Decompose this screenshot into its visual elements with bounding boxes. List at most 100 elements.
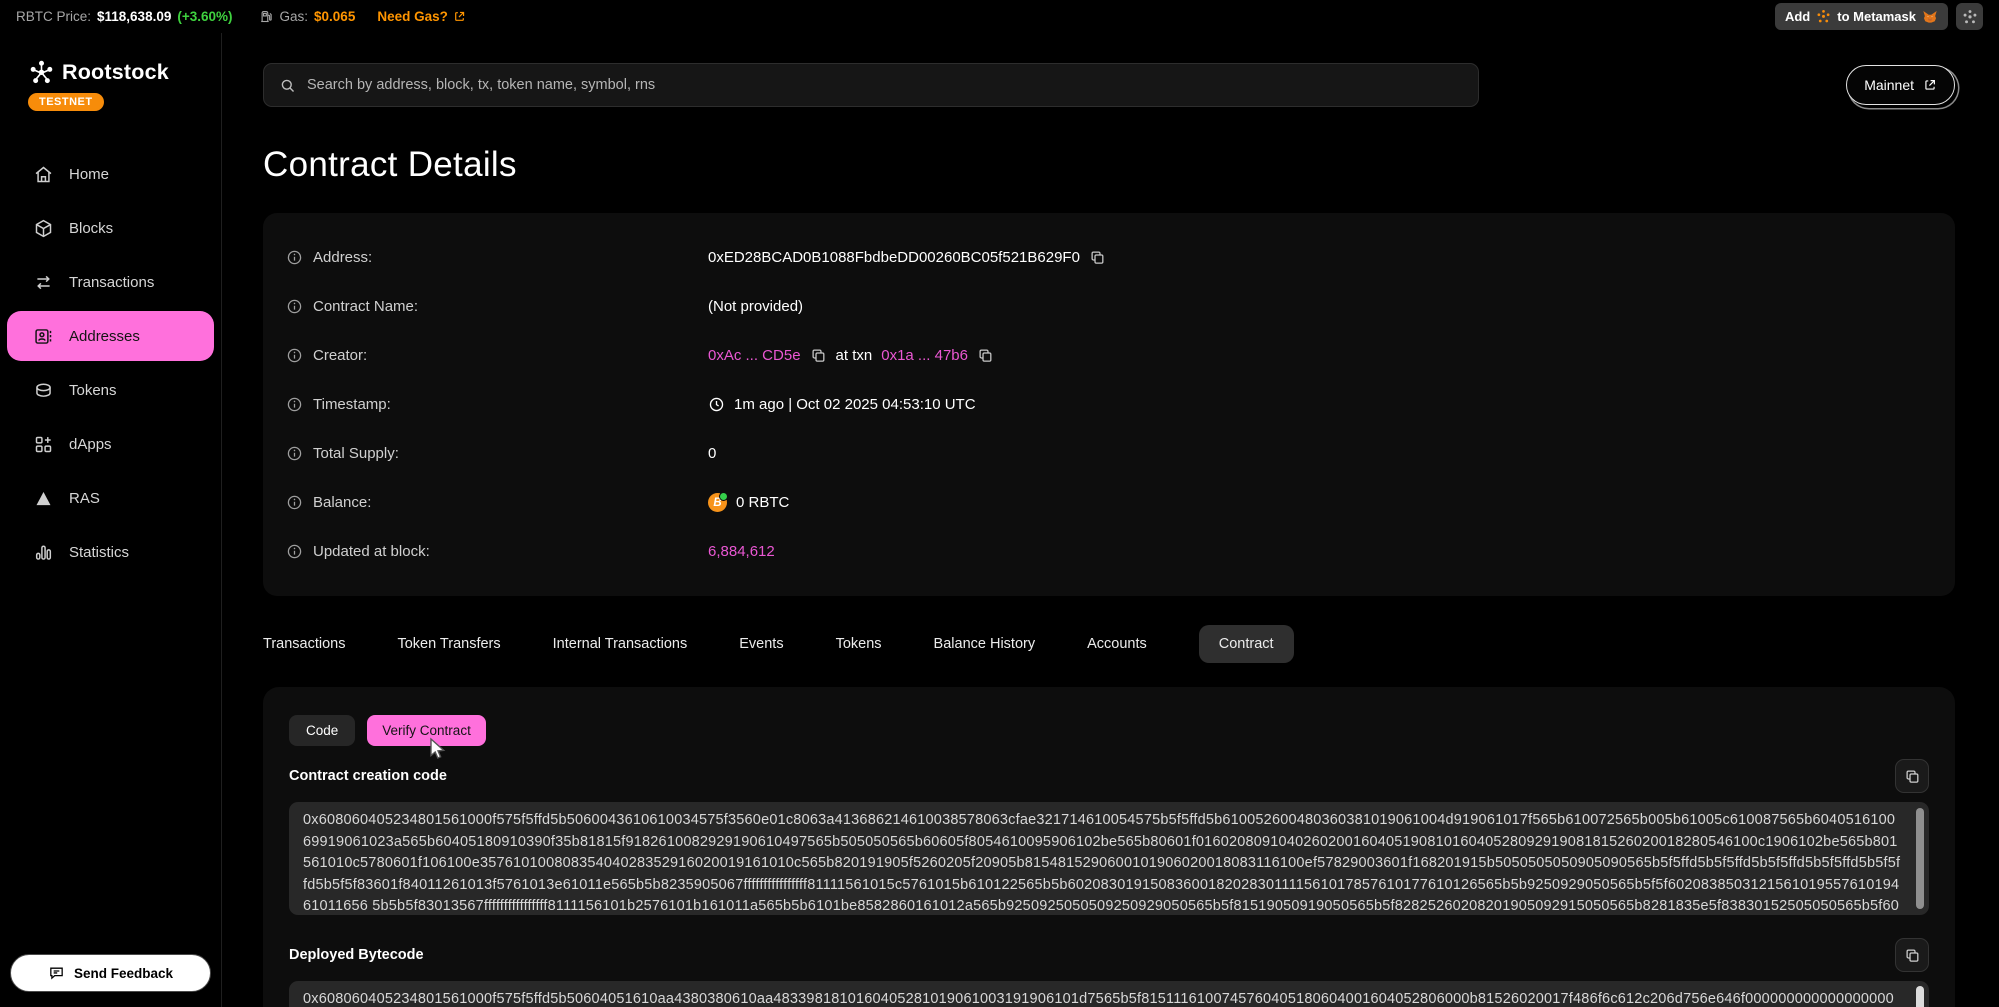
page-title: Contract Details — [263, 144, 1955, 186]
scrollbar-thumb[interactable] — [1916, 808, 1924, 909]
rbtc-price-label: RBTC Price: — [16, 9, 91, 24]
at-txn-label: at txn — [836, 347, 873, 364]
price-gas-strip: RBTC Price: $118,638.09 (+3.60%) Gas: $0… — [16, 9, 466, 24]
sidebar-item-addresses[interactable]: Addresses — [7, 311, 214, 361]
testnet-badge: TESTNET — [28, 93, 104, 111]
copy-address-button[interactable] — [1089, 249, 1106, 266]
tab-internal-transactions[interactable]: Internal Transactions — [553, 636, 688, 652]
add-to-metamask-button[interactable]: Add to Metamask — [1775, 3, 1948, 30]
gas-value: $0.065 — [314, 9, 355, 24]
sidebar-item-ras[interactable]: RAS — [0, 471, 221, 525]
contract-panel: Code Verify Contract Contract creation c… — [263, 687, 1955, 1007]
header-row: Mainnet — [263, 63, 1955, 107]
search-input[interactable] — [307, 77, 1463, 93]
info-icon[interactable] — [286, 445, 303, 462]
creation-code-label: Contract creation code — [289, 768, 447, 784]
sidebar-item-blocks[interactable]: Blocks — [0, 201, 221, 255]
gas-group: Gas: $0.065 — [259, 9, 356, 24]
main-content: Mainnet Contract Details Address: 0xED28… — [222, 33, 1999, 1007]
code-actions: Code Verify Contract — [289, 715, 1929, 746]
timestamp-label: Timestamp: — [313, 396, 391, 413]
sidebar-item-home[interactable]: Home — [0, 147, 221, 201]
detail-row-total-supply: Total Supply: 0 — [286, 429, 1932, 478]
need-gas-label: Need Gas? — [377, 9, 448, 24]
send-feedback-button[interactable]: Send Feedback — [10, 954, 211, 992]
contact-card-icon — [33, 326, 54, 347]
sidebar-item-dapps[interactable]: dApps — [0, 417, 221, 471]
rbtc-price-change: (+3.60%) — [177, 9, 232, 24]
sidebar-item-tokens[interactable]: Tokens — [0, 363, 221, 417]
rootstock-mini-icon — [1816, 9, 1831, 24]
updated-block-link[interactable]: 6,884,612 — [708, 543, 775, 560]
network-switch-button[interactable]: Mainnet — [1846, 65, 1955, 105]
address-tabs: Transactions Token Transfers Internal Tr… — [263, 625, 1955, 663]
balance-value: 0 RBTC — [736, 494, 789, 511]
tab-contract[interactable]: Contract — [1199, 625, 1294, 663]
sidebar-item-label: Statistics — [69, 544, 129, 561]
total-supply-value: 0 — [708, 445, 716, 462]
creation-code-header: Contract creation code — [289, 758, 1929, 794]
detail-row-balance: Balance: B 0 RBTC — [286, 478, 1932, 527]
contract-details-card: Address: 0xED28BCAD0B1088FbdbeDD00260BC0… — [263, 213, 1955, 596]
copy-bytecode-button[interactable] — [1895, 938, 1929, 972]
tab-balance-history[interactable]: Balance History — [934, 636, 1036, 652]
metamask-label: to Metamask — [1837, 9, 1916, 24]
info-icon[interactable] — [286, 396, 303, 413]
bar-chart-icon — [33, 542, 54, 563]
bytecode-label: Deployed Bytecode — [289, 947, 424, 963]
creator-label: Creator: — [313, 347, 367, 364]
tab-tokens[interactable]: Tokens — [836, 636, 882, 652]
network-label: Mainnet — [1864, 77, 1914, 93]
contract-name-label: Contract Name: — [313, 298, 418, 315]
sidebar-item-label: Addresses — [69, 328, 140, 345]
info-icon[interactable] — [286, 347, 303, 364]
brand-name: Rootstock — [62, 60, 169, 85]
tab-transactions[interactable]: Transactions — [263, 636, 345, 652]
tab-accounts[interactable]: Accounts — [1087, 636, 1147, 652]
dapps-grid-icon — [33, 434, 54, 455]
verify-contract-button[interactable]: Verify Contract — [367, 715, 486, 746]
creator-txn-link[interactable]: 0x1a ... 47b6 — [881, 347, 968, 364]
external-link-icon — [1923, 78, 1937, 92]
home-icon — [33, 164, 54, 185]
swap-arrows-icon — [33, 272, 54, 293]
detail-row-contract-name: Contract Name: (Not provided) — [286, 282, 1932, 331]
sidebar-item-label: Transactions — [69, 274, 154, 291]
code-button[interactable]: Code — [289, 715, 355, 746]
info-icon[interactable] — [286, 249, 303, 266]
rbtc-coin-icon: B — [708, 493, 727, 512]
copy-creation-code-button[interactable] — [1895, 759, 1929, 793]
bytecode-box[interactable]: 0x608060405234801561000f575f5ffd5b506040… — [289, 981, 1929, 1007]
creation-code-box[interactable]: 0x608060405234801561000f575f5ffd5b506004… — [289, 802, 1929, 915]
copy-creator-button[interactable] — [810, 347, 827, 364]
updated-block-label: Updated at block: — [313, 543, 430, 560]
scrollbar-thumb[interactable] — [1916, 986, 1924, 1007]
total-supply-label: Total Supply: — [313, 445, 399, 462]
tab-token-transfers[interactable]: Token Transfers — [397, 636, 500, 652]
address-value: 0xED28BCAD0B1088FbdbeDD00260BC05f521B629… — [708, 249, 1080, 266]
creator-address-link[interactable]: 0xAc ... CD5e — [708, 347, 801, 364]
search-bar[interactable] — [263, 63, 1479, 107]
bytecode-text: 0x608060405234801561000f575f5ffd5b506040… — [303, 991, 1894, 1007]
gas-label: Gas: — [280, 9, 309, 24]
sidebar-item-label: Blocks — [69, 220, 113, 237]
cube-icon — [33, 218, 54, 239]
detail-row-updated-block: Updated at block: 6,884,612 — [286, 527, 1932, 576]
info-icon[interactable] — [286, 494, 303, 511]
sidebar-item-label: Home — [69, 166, 109, 183]
need-gas-link[interactable]: Need Gas? — [377, 9, 466, 24]
info-icon[interactable] — [286, 543, 303, 560]
add-label: Add — [1785, 9, 1810, 24]
rootstock-widget-button[interactable] — [1956, 3, 1983, 30]
external-link-icon — [453, 10, 466, 23]
info-icon[interactable] — [286, 298, 303, 315]
copy-txn-button[interactable] — [977, 347, 994, 364]
tab-events[interactable]: Events — [739, 636, 783, 652]
rootstock-logo[interactable]: Rootstock — [28, 59, 221, 86]
rootstock-glyph-icon — [1962, 9, 1978, 25]
sidebar-item-transactions[interactable]: Transactions — [0, 255, 221, 309]
chat-bubble-icon — [48, 965, 65, 982]
address-label: Address: — [313, 249, 372, 266]
sidebar-item-statistics[interactable]: Statistics — [0, 525, 221, 579]
metamask-fox-icon — [1922, 9, 1938, 25]
